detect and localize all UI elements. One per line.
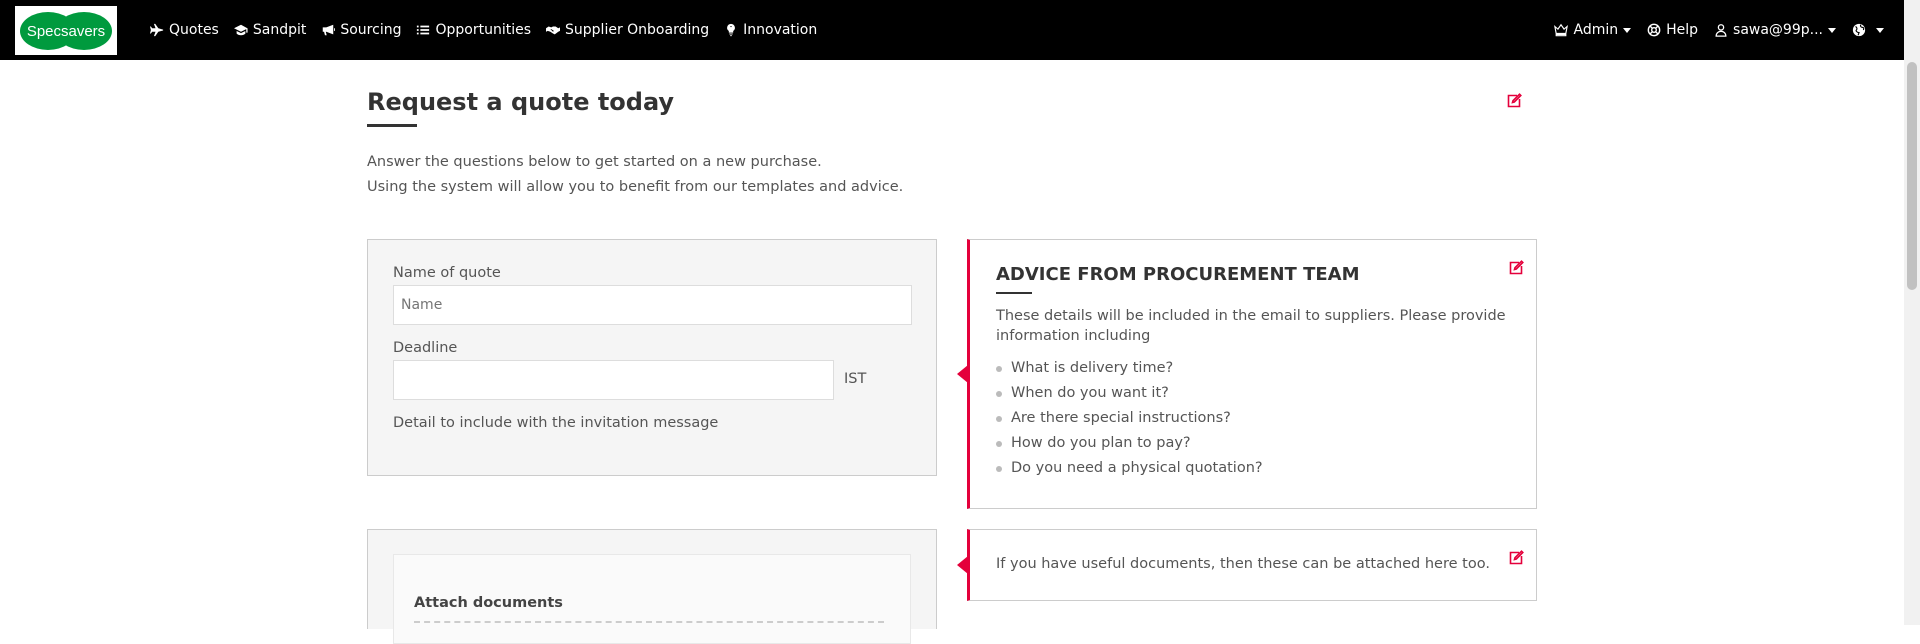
nav-item-sourcing[interactable]: Sourcing xyxy=(321,22,401,38)
scrollbar-thumb[interactable] xyxy=(1907,62,1917,290)
nav-label: Supplier Onboarding xyxy=(565,22,710,38)
page-scrollbar[interactable] xyxy=(1904,0,1920,625)
name-label: Name of quote xyxy=(393,265,501,281)
help-link[interactable]: Help xyxy=(1647,22,1698,38)
detail-label: Detail to include with the invitation me… xyxy=(393,415,719,431)
advice-list: What is delivery time? When do you want … xyxy=(996,356,1263,481)
edit-icon[interactable] xyxy=(1506,93,1522,109)
deadline-label: Deadline xyxy=(393,340,458,356)
admin-menu[interactable]: Admin xyxy=(1554,22,1632,38)
help-label: Help xyxy=(1666,22,1699,38)
list-item: Are there special instructions? xyxy=(996,406,1263,431)
advice-title: ADVICE FROM PROCUREMENT TEAM xyxy=(996,264,1360,285)
list-item-text: When do you want it? xyxy=(1011,385,1169,401)
advice-underline xyxy=(996,292,1032,294)
list-item: What is delivery time? xyxy=(996,356,1263,381)
nav-item-opportunities[interactable]: Opportunities xyxy=(416,22,531,38)
admin-label: Admin xyxy=(1573,22,1619,38)
documents-advice-text: If you have useful documents, then these… xyxy=(996,556,1490,572)
nav-item-innovation[interactable]: Innovation xyxy=(724,22,817,38)
user-icon xyxy=(1715,24,1727,37)
lightbulb-icon xyxy=(727,23,736,37)
advice-text: These details will be included in the em… xyxy=(996,308,1506,344)
intro-line: Using the system will allow you to benef… xyxy=(367,179,904,195)
file-dropzone[interactable] xyxy=(414,621,884,641)
list-item-text: How do you plan to pay? xyxy=(1011,435,1191,451)
graduation-cap-icon xyxy=(233,24,248,36)
globe-icon xyxy=(1852,23,1866,37)
logo-text: Specsavers xyxy=(27,23,105,40)
chevron-down-icon xyxy=(1876,27,1884,33)
intro-line: Answer the questions below to get starte… xyxy=(367,154,822,170)
nav-label: Sourcing xyxy=(340,22,402,38)
deadline-input[interactable] xyxy=(393,360,834,400)
language-menu[interactable] xyxy=(1852,23,1884,37)
attach-box: Attach documents xyxy=(393,554,911,644)
title-underline xyxy=(367,124,417,127)
attach-panel: Attach documents xyxy=(367,529,937,644)
advice-panel: ADVICE FROM PROCUREMENT TEAM These detai… xyxy=(967,239,1537,509)
nav-label: Innovation xyxy=(743,22,818,38)
edit-icon[interactable] xyxy=(1508,260,1524,276)
attach-label: Attach documents xyxy=(414,595,563,611)
bullet xyxy=(996,365,1002,372)
list-item: How do you plan to pay? xyxy=(996,431,1263,456)
list-item-text: Are there special instructions? xyxy=(1011,410,1231,426)
bullhorn-icon xyxy=(323,24,336,36)
nav-item-quotes[interactable]: Quotes xyxy=(150,22,219,38)
life-ring-icon xyxy=(1647,23,1661,37)
nav-label: Opportunities xyxy=(435,22,532,38)
specsavers-logo[interactable]: Specsavers xyxy=(15,6,117,55)
documents-advice-panel: If you have useful documents, then these… xyxy=(967,529,1537,601)
crown-icon xyxy=(1554,23,1569,37)
page-title: Request a quote today xyxy=(367,88,675,116)
bullet xyxy=(996,415,1002,422)
chevron-down-icon xyxy=(1828,27,1836,33)
nav-label: Quotes xyxy=(169,22,219,38)
chevron-down-icon xyxy=(1623,27,1632,33)
handshake-icon xyxy=(546,26,561,35)
bullet xyxy=(996,390,1002,397)
user-label: sawa@99p... xyxy=(1733,22,1823,38)
list-icon xyxy=(417,25,430,35)
list-item-text: Do you need a physical quotation? xyxy=(1011,460,1263,476)
quote-form-panel: Name of quote Deadline IST Detail to inc… xyxy=(367,239,937,476)
quote-name-input[interactable] xyxy=(393,285,912,325)
plane-icon xyxy=(150,23,164,37)
nav-label: Sandpit xyxy=(252,22,307,38)
top-navbar: Specsavers Quotes Sandpit Sourcing Oppor… xyxy=(0,0,1904,60)
nav-item-sandpit[interactable]: Sandpit xyxy=(233,22,307,38)
user-nav: Admin Help sawa@99p... xyxy=(1538,0,1884,60)
bullet xyxy=(996,465,1002,472)
edit-icon[interactable] xyxy=(1508,550,1524,566)
list-item: When do you want it? xyxy=(996,381,1263,406)
user-menu[interactable]: sawa@99p... xyxy=(1714,22,1836,38)
bullet xyxy=(996,440,1002,447)
list-item-text: What is delivery time? xyxy=(1011,360,1174,376)
timezone-label: IST xyxy=(844,371,867,387)
nav-item-supplier-onboarding[interactable]: Supplier Onboarding xyxy=(546,22,709,38)
intro-text: Answer the questions below to get starte… xyxy=(367,150,903,200)
list-item: Do you need a physical quotation? xyxy=(996,456,1263,481)
main-nav: Quotes Sandpit Sourcing Opportunities Su… xyxy=(150,0,832,60)
